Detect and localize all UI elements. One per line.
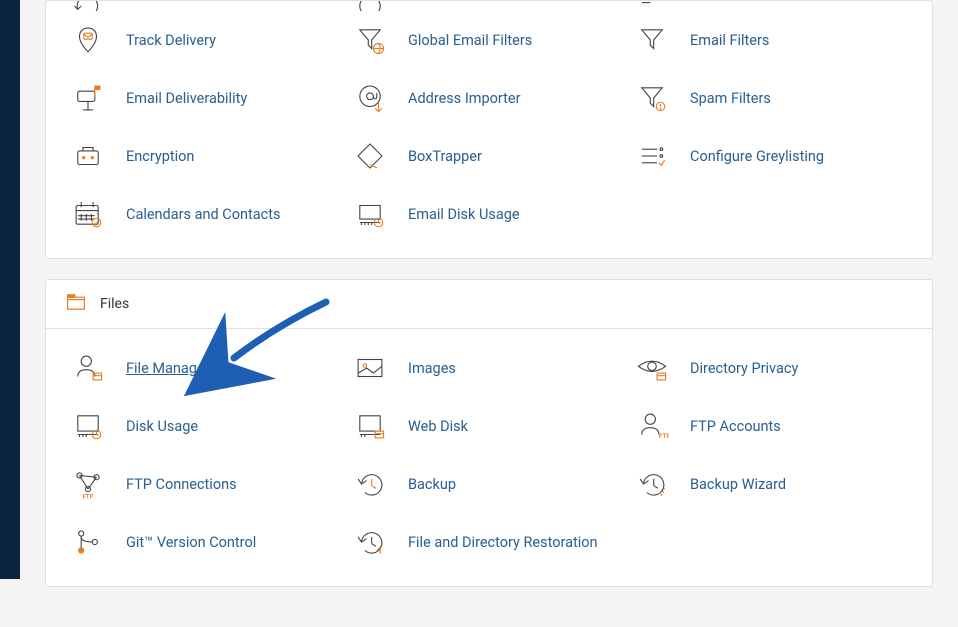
funnel-icon: [632, 20, 672, 60]
user-folder-icon: [68, 348, 108, 388]
svg-text:FTP: FTP: [83, 493, 94, 500]
clock-back-icon: [350, 464, 390, 504]
image-icon: [350, 348, 390, 388]
item-label: Track Delivery: [126, 32, 216, 49]
clock-spark-icon: [632, 464, 672, 504]
item-label: Encryption: [126, 148, 194, 165]
calendar-at-icon: @: [68, 194, 108, 234]
git-branch-icon: [68, 522, 108, 562]
disk-web-icon: [350, 406, 390, 446]
at-import-icon: [350, 78, 390, 118]
email-global-filters[interactable]: Global Email Filters: [348, 11, 630, 69]
funnel-globe-icon: [350, 20, 390, 60]
disk-mail-icon: [350, 194, 390, 234]
files-grid: File Manager Images Directory Privacy Di…: [46, 329, 932, 586]
item-label: FTP Connections: [126, 476, 237, 493]
files-panel: Files File Manager Images Directory Priv…: [45, 279, 933, 587]
files-web-disk[interactable]: Web Disk: [348, 397, 630, 455]
item-label: Backup: [408, 476, 456, 493]
box-trap-icon: [350, 136, 390, 176]
mailbox-icon: [68, 78, 108, 118]
files-directory-privacy[interactable]: Directory Privacy: [630, 339, 912, 397]
network-ftp-icon: FTP: [68, 464, 108, 504]
email-filters[interactable]: Email Filters: [630, 11, 912, 69]
item-label: Email Disk Usage: [408, 206, 520, 223]
clock-icon: [350, 1, 390, 11]
funnel-alert-icon: [632, 78, 672, 118]
email-address-importer[interactable]: Address Importer: [348, 69, 630, 127]
email-greylisting[interactable]: Configure Greylisting: [630, 127, 912, 185]
email-grid: Track Delivery Global Email Filters Emai…: [46, 1, 932, 258]
main-content: Track Delivery Global Email Filters Emai…: [20, 0, 958, 627]
left-nav-strip: [0, 0, 20, 579]
item-label: Git™ Version Control: [126, 534, 256, 551]
autoresponder-icon: [68, 1, 108, 11]
svg-text:@: @: [94, 221, 99, 227]
files-ftp-connections[interactable]: FTP FTP Connections: [66, 455, 348, 513]
email-panel: Track Delivery Global Email Filters Emai…: [45, 0, 933, 259]
email-item-cut[interactable]: [348, 1, 630, 11]
item-label: Configure Greylisting: [690, 148, 824, 165]
email-item-cut[interactable]: [66, 1, 348, 11]
folder-icon: [64, 290, 88, 318]
email-spam-filters[interactable]: Spam Filters: [630, 69, 912, 127]
item-label: Email Deliverability: [126, 90, 247, 107]
files-file-manager[interactable]: File Manager: [66, 339, 348, 397]
item-label: Backup Wizard: [690, 476, 786, 493]
files-backup[interactable]: Backup: [348, 455, 630, 513]
files-panel-header[interactable]: Files: [46, 280, 932, 329]
user-ftp-icon: FTP: [632, 406, 672, 446]
files-ftp-accounts[interactable]: FTP FTP Accounts: [630, 397, 912, 455]
list-check-icon: [632, 136, 672, 176]
pin-icon: [68, 20, 108, 60]
files-backup-wizard[interactable]: Backup Wizard: [630, 455, 912, 513]
item-label: Directory Privacy: [690, 360, 798, 377]
item-label: Calendars and Contacts: [126, 206, 280, 223]
email-item-cut[interactable]: [630, 1, 912, 11]
item-label: File and Directory Restoration: [408, 534, 598, 551]
item-label: Web Disk: [408, 418, 468, 435]
email-track-delivery[interactable]: Track Delivery: [66, 11, 348, 69]
item-label: Address Importer: [408, 90, 521, 107]
email-disk-usage[interactable]: Email Disk Usage: [348, 185, 630, 243]
email-calendars-contacts[interactable]: @ Calendars and Contacts: [66, 185, 348, 243]
eye-lock-icon: [632, 348, 672, 388]
panel-title: Files: [100, 296, 129, 312]
files-images[interactable]: Images: [348, 339, 630, 397]
files-restoration[interactable]: File and Directory Restoration: [348, 513, 630, 571]
disk-icon: [68, 406, 108, 446]
lock-box-icon: [68, 136, 108, 176]
item-label: Global Email Filters: [408, 32, 532, 49]
item-label: FTP Accounts: [690, 418, 781, 435]
files-disk-usage[interactable]: Disk Usage: [66, 397, 348, 455]
item-label: Spam Filters: [690, 90, 771, 107]
email-boxtrapper[interactable]: BoxTrapper: [348, 127, 630, 185]
list-icon: [632, 1, 672, 11]
svg-text:FTP: FTP: [659, 432, 669, 440]
item-label: Email Filters: [690, 32, 769, 49]
clock-restore-icon: [350, 522, 390, 562]
files-git[interactable]: Git™ Version Control: [66, 513, 348, 571]
item-label: File Manager: [126, 360, 210, 377]
item-label: Images: [408, 360, 456, 377]
item-label: BoxTrapper: [408, 148, 482, 165]
email-deliverability[interactable]: Email Deliverability: [66, 69, 348, 127]
item-label: Disk Usage: [126, 418, 198, 435]
email-encryption[interactable]: Encryption: [66, 127, 348, 185]
